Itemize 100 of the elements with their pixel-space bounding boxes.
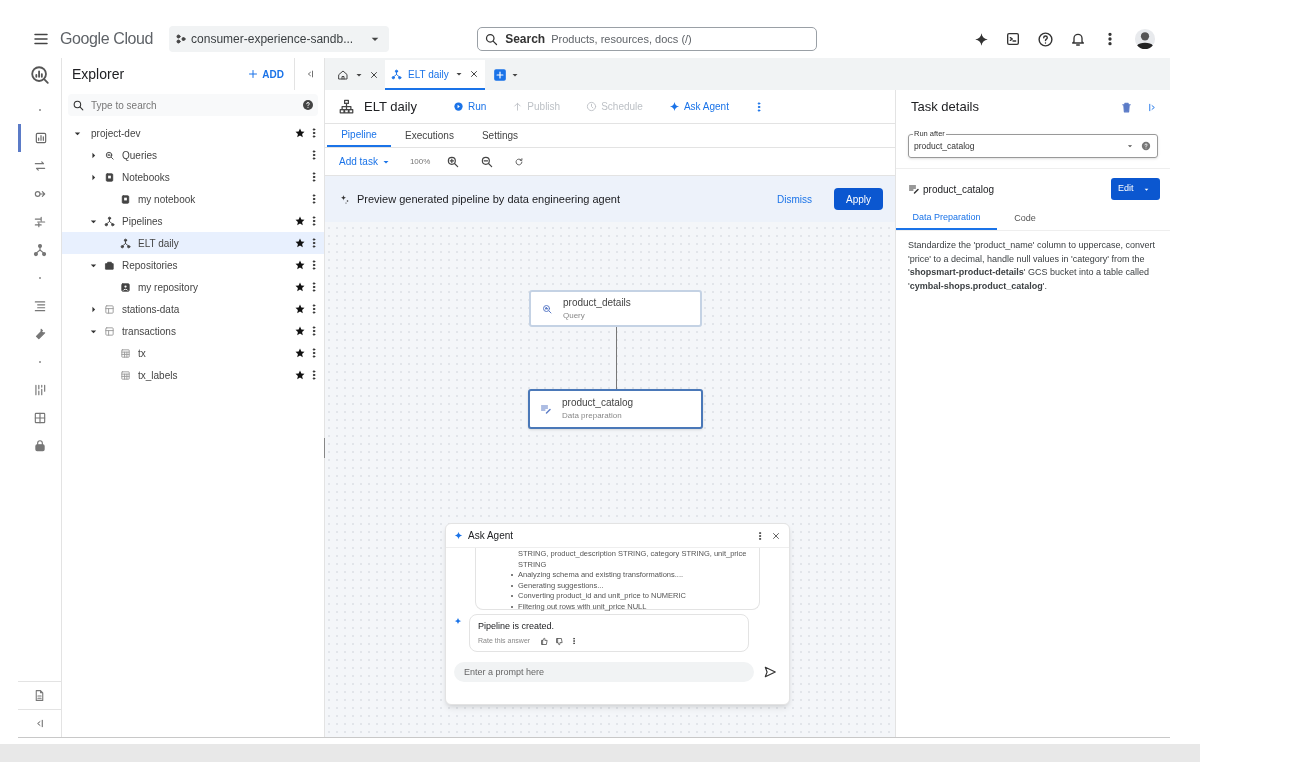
star-icon[interactable] — [294, 303, 306, 315]
star-icon[interactable] — [294, 369, 306, 381]
terminal-icon[interactable] — [1005, 31, 1021, 47]
tree-item[interactable]: ELT daily — [62, 232, 324, 254]
search-icon — [72, 98, 85, 112]
expand-icon[interactable] — [34, 718, 45, 729]
add-button[interactable]: ADD — [247, 66, 284, 82]
pipeline-icon — [339, 99, 354, 114]
add-task-button[interactable]: Add task — [339, 154, 392, 169]
pipeline-tab[interactable]: Settings — [467, 123, 533, 147]
help-icon[interactable] — [302, 99, 314, 111]
publish-icon — [512, 101, 524, 112]
dataset-icon — [104, 303, 115, 315]
dismiss-button[interactable]: Dismiss — [777, 191, 812, 207]
tree-item[interactable]: Queries — [62, 144, 324, 166]
project-selector[interactable]: consumer-experience-sandb... — [169, 26, 390, 52]
reply-text: Pipeline is created. — [478, 619, 556, 633]
grid-icon[interactable] — [32, 383, 47, 397]
tree-item[interactable]: transactions — [62, 320, 324, 342]
search-bar[interactable]: Type to search — [68, 94, 318, 116]
dashboard-icon[interactable] — [32, 411, 47, 425]
zoom-out-icon[interactable] — [480, 154, 495, 169]
close-icon[interactable] — [468, 69, 479, 79]
search-icon — [484, 31, 500, 47]
send-icon[interactable] — [763, 665, 777, 679]
connector-line — [616, 327, 617, 389]
collapse-icon[interactable] — [1147, 101, 1158, 113]
studio-icon[interactable] — [34, 131, 48, 145]
sparkle-icon[interactable] — [974, 31, 989, 47]
task-name: product_catalog — [923, 182, 995, 197]
editor-tab[interactable]: ELT daily — [385, 60, 485, 90]
pipeline-icon — [120, 237, 131, 249]
thumbs-down-icon[interactable] — [555, 636, 565, 646]
tree-item[interactable]: tx — [62, 342, 324, 364]
close-icon[interactable] — [369, 70, 379, 80]
search-input[interactable]: Type to search — [91, 97, 296, 113]
run-button[interactable]: Run — [453, 99, 487, 114]
repository-icon — [104, 259, 115, 271]
pipeline-tab[interactable]: Executions — [391, 123, 468, 147]
search-bar[interactable]: Search Products, resources, docs (/) — [477, 27, 818, 51]
star-icon[interactable] — [294, 237, 306, 249]
edit-button[interactable]: Edit — [1111, 178, 1160, 200]
node-type: Data preparation — [562, 410, 623, 422]
details-tab[interactable]: Code — [997, 208, 1053, 230]
help-icon[interactable] — [1037, 30, 1054, 48]
lock-icon[interactable] — [32, 439, 47, 453]
pipeline-title: ELT daily — [364, 97, 417, 116]
star-icon[interactable] — [294, 127, 306, 139]
pipeline-node[interactable]: product_details Query — [529, 290, 702, 327]
run-icon — [453, 101, 464, 112]
node-type: Query — [563, 309, 586, 322]
tree-item[interactable]: stations-data — [62, 298, 324, 320]
trash-icon[interactable] — [1120, 100, 1133, 114]
pipeline-icon — [391, 68, 402, 80]
task-description: Standardize the 'product_name' column to uppercase, convert 'price' to a decimal, handle null values in 'category' from the 'shopsmart-product-details' GCS bucket into a table called 'cymbal-shops.product_catalog'. — [908, 239, 1157, 293]
apply-button[interactable]: Apply — [834, 188, 883, 210]
query-icon — [541, 302, 553, 315]
flow-icon[interactable] — [32, 215, 47, 229]
tree-item[interactable]: my repository — [62, 276, 324, 298]
search-input[interactable]: Products, resources, docs (/) — [551, 30, 811, 48]
search-label: Search — [505, 31, 546, 48]
tree-item[interactable]: Notebooks — [62, 166, 324, 188]
notifications-icon[interactable] — [1070, 31, 1086, 47]
star-icon[interactable] — [294, 281, 306, 293]
star-icon[interactable] — [294, 347, 306, 359]
notebook-icon — [104, 171, 115, 183]
star-icon[interactable] — [294, 259, 306, 271]
query-icon — [104, 149, 115, 161]
pipeline-tab[interactable]: Pipeline — [327, 123, 391, 147]
avatar-icon[interactable] — [1134, 28, 1156, 50]
tree-item[interactable]: my notebook — [62, 188, 324, 210]
plus-icon — [247, 68, 260, 80]
banner-text: Preview generated pipeline by data engineering agent — [357, 191, 620, 207]
new-tab-icon[interactable] — [492, 68, 507, 82]
bigquery-icon[interactable] — [28, 64, 51, 86]
refresh-icon[interactable] — [514, 156, 525, 167]
prompt-field[interactable]: Enter a prompt here — [454, 662, 754, 682]
agent-button[interactable]: Ask Agent — [668, 99, 729, 114]
details-tab[interactable]: Data Preparation — [896, 208, 997, 230]
document-icon[interactable] — [33, 689, 46, 702]
list-icon[interactable] — [32, 299, 47, 313]
repo-item-icon — [120, 281, 131, 293]
pipeline-node[interactable]: product_catalog Data preparation — [528, 389, 703, 429]
google-cloud-logo[interactable]: Google Cloud — [60, 27, 154, 51]
panel-title: Task details — [911, 98, 979, 117]
transfer-icon[interactable] — [32, 159, 47, 173]
tree-item[interactable]: project-dev — [62, 122, 324, 144]
thumbs-up-icon[interactable] — [540, 636, 550, 646]
pipeline-icon[interactable] — [32, 243, 47, 257]
close-icon[interactable] — [771, 530, 781, 541]
project-icon — [175, 33, 188, 45]
notebook-icon — [120, 193, 131, 205]
star-icon[interactable] — [294, 325, 306, 337]
panel-title: Ask Agent — [468, 529, 514, 543]
zoom-in-icon[interactable] — [446, 154, 461, 169]
tree-item[interactable]: Repositories — [62, 254, 324, 276]
star-icon[interactable] — [294, 215, 306, 227]
tree-item[interactable]: tx_labels — [62, 364, 324, 386]
table-icon — [120, 369, 131, 381]
tree-item[interactable]: Pipelines — [62, 210, 324, 232]
